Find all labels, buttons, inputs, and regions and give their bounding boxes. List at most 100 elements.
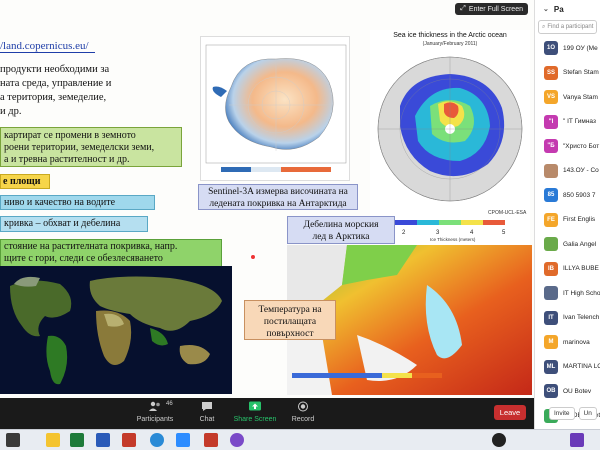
caption-line: ледената покривка на Антарктида	[209, 199, 347, 209]
avatar: "I	[544, 114, 558, 129]
participant-list: 1O 199 ОУ (Ме SS Stefan Stam VS Vanya Stam "I "…	[535, 36, 600, 428]
shared-screen: ⤢ Enter Full Screen /land.copernicus.eu/…	[0, 0, 534, 398]
world-vegetation-map	[0, 266, 232, 394]
intro-line: продукти необходими за	[0, 64, 110, 75]
avatar: IB	[544, 261, 558, 276]
participant-name: 143.ОУ - Со	[563, 167, 599, 175]
intro-line: ната среда, управление и	[0, 78, 112, 89]
enter-full-screen-label: Enter Full Screen	[468, 5, 523, 13]
caption-line: Дебелина морския	[303, 220, 379, 230]
participant-name: marinova	[563, 338, 590, 346]
avatar: M	[544, 335, 558, 350]
water-level-box: ниво и качество на водите	[0, 195, 155, 210]
invite-button[interactable]: Invite	[549, 406, 575, 420]
land-change-box: картират се промени в земното роени тери…	[0, 127, 182, 167]
panel-header: ⌄ Pa	[535, 0, 600, 18]
help-icon[interactable]	[492, 433, 506, 447]
caption-line: лед в Арктика	[312, 232, 370, 242]
participant-row[interactable]: SS Stefan Stam	[535, 61, 600, 86]
participant-name: Ivan Telench	[563, 314, 600, 322]
box-line: роени територии, земеделски земи,	[4, 142, 155, 153]
participant-name: OU Botev	[563, 387, 592, 395]
viber-icon[interactable]	[230, 433, 244, 447]
enter-full-screen-button[interactable]: ⤢ Enter Full Screen	[455, 3, 528, 15]
find-participant-placeholder: Find a participant	[547, 24, 594, 30]
copernicus-link[interactable]: /land.copernicus.eu/	[0, 40, 95, 53]
participant-row[interactable]: Mmarinova	[535, 330, 600, 355]
box-line: картират се промени в земното	[4, 130, 136, 141]
meeting-toolbar: 46 Participants Chat Share Screen Record…	[0, 398, 534, 429]
box-line: щите с гори, следи се обезлесяването	[4, 253, 163, 264]
caption-line: повърхност	[266, 329, 314, 339]
participant-row[interactable]: "Б "Христо Бот	[535, 134, 600, 159]
intro-line: а територия, земеделие,	[0, 92, 107, 103]
excel-icon[interactable]	[70, 433, 84, 447]
arctic-credit: CPOM-UCL-ESA	[488, 210, 527, 216]
caption-line: Sentinel-3A измерва височината на	[208, 187, 348, 197]
share-screen-button[interactable]: Share Screen	[230, 401, 280, 423]
participant-name: IT High Scho	[563, 289, 600, 297]
participant-name: First Englis	[563, 216, 596, 224]
avatar: IT	[544, 310, 558, 325]
arctic-map-title: Sea ice thickness in the Arctic ocean	[393, 32, 507, 39]
intro-line: и др.	[0, 106, 22, 117]
find-participant-input[interactable]: ⌕ Find a participant	[538, 20, 597, 34]
participant-name: "Христо Бот	[563, 142, 600, 150]
arctic-ice-map: Sea ice thickness in the Arctic ocean (J…	[370, 30, 530, 246]
record-icon	[298, 401, 308, 412]
tray-icon[interactable]	[570, 433, 584, 447]
chevron-down-icon[interactable]: ⌄	[543, 5, 549, 13]
box-line: стояние на растителната покривка, напр.	[4, 241, 178, 252]
participant-row[interactable]: IT High Scho	[535, 281, 600, 306]
file-explorer-icon[interactable]	[46, 433, 60, 447]
zoom-icon[interactable]	[176, 433, 190, 447]
pointer-dot	[250, 254, 256, 260]
participant-row[interactable]: VS Vanya Stam	[535, 85, 600, 110]
participant-row[interactable]: Galia Angel	[535, 232, 600, 257]
participant-row[interactable]: "I " IT Гимназ	[535, 110, 600, 135]
participant-row[interactable]: 143.ОУ - Со	[535, 159, 600, 184]
participant-row[interactable]: FE First Englis	[535, 208, 600, 233]
record-button[interactable]: Record	[278, 401, 328, 423]
participant-name: 850 5903 7	[563, 191, 596, 199]
unmute-all-button[interactable]: Un	[578, 406, 597, 420]
chat-button[interactable]: Chat	[182, 401, 232, 423]
participant-row[interactable]: OB OU Botev	[535, 379, 600, 404]
participant-name: MARTINA LO	[563, 363, 600, 371]
participant-row[interactable]: 85 850 5903 7	[535, 183, 600, 208]
participants-count: 46	[166, 401, 173, 407]
panel-title: Pa	[553, 4, 564, 14]
participant-row[interactable]: ML MARTINA LO	[535, 355, 600, 380]
avatar: SS	[544, 65, 558, 80]
scale-label: Ice Thickness (meters)	[430, 237, 476, 242]
areas-box: е площи	[0, 174, 50, 189]
participant-row[interactable]: IT Ivan Telench	[535, 306, 600, 331]
scale-tick: 3	[436, 230, 440, 236]
participant-row[interactable]: 1O 199 ОУ (Ме	[535, 36, 600, 61]
avatar	[544, 237, 558, 252]
powerpoint-icon[interactable]	[122, 433, 136, 447]
word-icon[interactable]	[96, 433, 110, 447]
ice-cover-box: кривка – обхват и дебелина	[0, 216, 148, 232]
windows-taskbar	[0, 429, 600, 450]
record-label: Record	[291, 416, 315, 423]
scale-tick: 5	[502, 230, 506, 236]
fullscreen-icon: ⤢	[460, 5, 466, 12]
acrobat-icon[interactable]	[204, 433, 218, 447]
leave-button[interactable]: Leave	[494, 405, 526, 420]
intro-paragraph: продукти необходими за ната среда, управ…	[0, 63, 140, 119]
participant-name: Vanya Stam	[563, 93, 598, 101]
participants-label: Participants	[136, 416, 174, 423]
participant-row[interactable]: IB ILLYA BUBE	[535, 257, 600, 282]
participant-name: Galia Angel	[563, 240, 597, 248]
task-view-icon[interactable]	[6, 433, 20, 447]
avatar	[544, 163, 558, 178]
avatar: FE	[544, 212, 558, 227]
edge-icon[interactable]	[150, 433, 164, 447]
vegetation-box: стояние на растителната покривка, напр. …	[0, 239, 222, 267]
caption-line: Температура на	[258, 305, 322, 315]
participants-button[interactable]: 46 Participants	[130, 401, 180, 423]
scale-tick: 4	[470, 230, 474, 236]
avatar	[544, 286, 558, 301]
participants-panel: ⌄ Pa ⌕ Find a participant 1O 199 ОУ (Ме SS…	[534, 0, 600, 429]
